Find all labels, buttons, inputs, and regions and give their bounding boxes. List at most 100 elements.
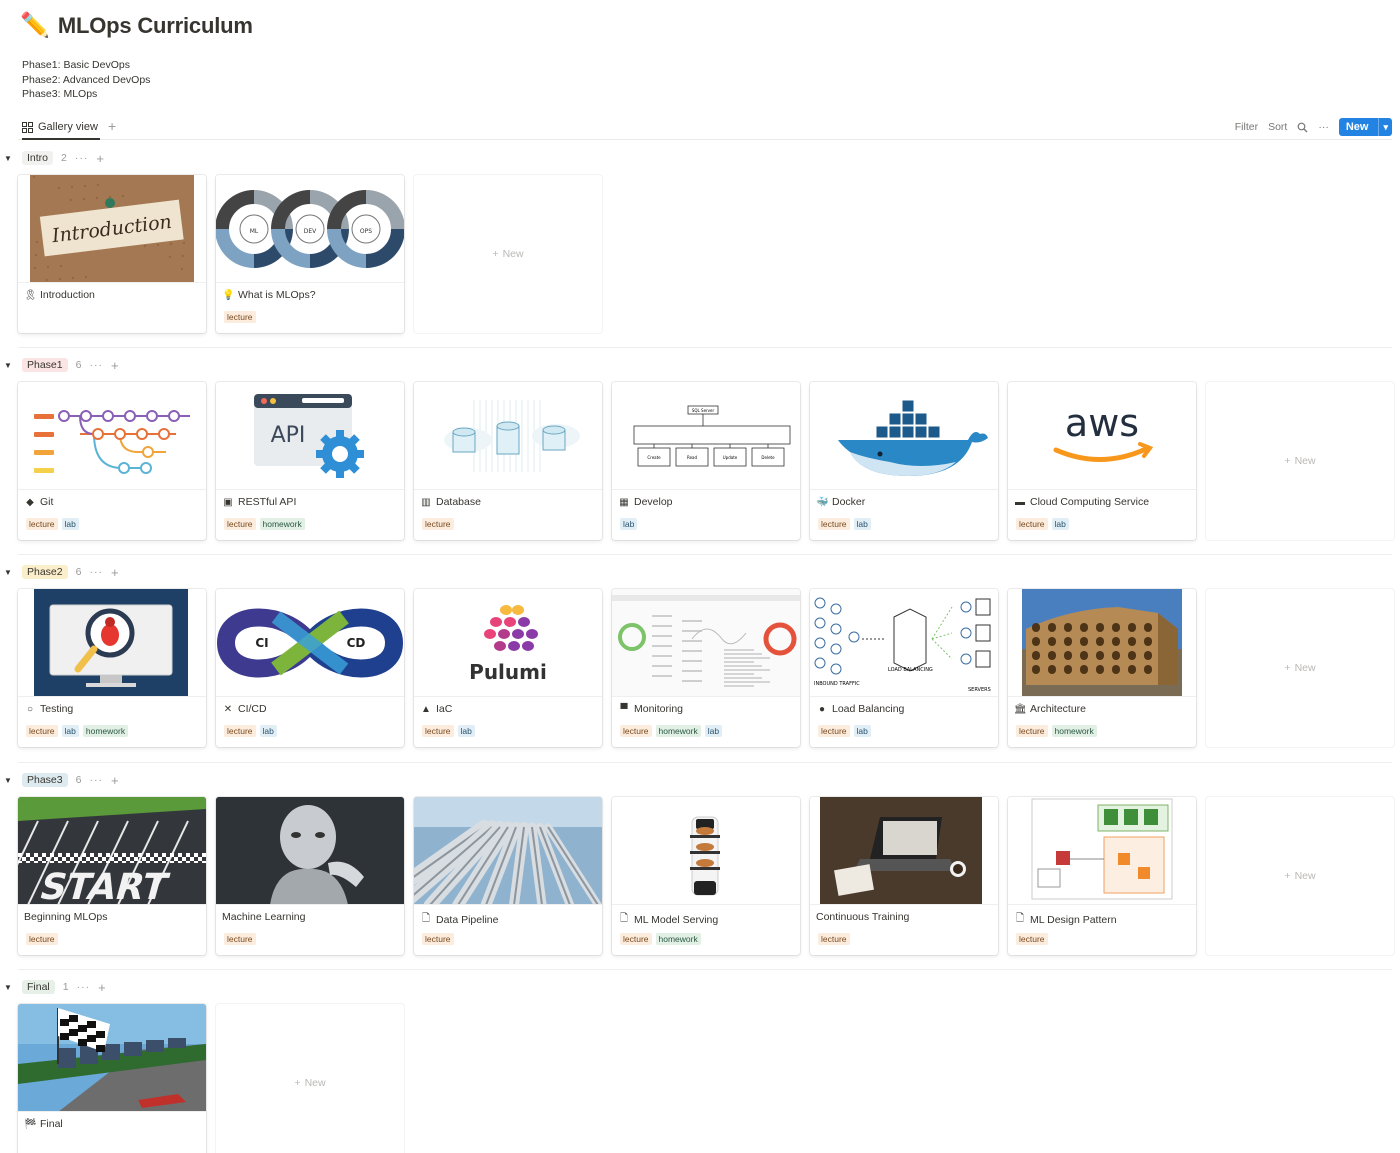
gallery-card[interactable]: ML DEV OPS 💡 What is MLOps? lecture — [216, 175, 404, 333]
group-count: 6 — [75, 359, 82, 371]
gallery-card[interactable]: ○ Testing lecture lab homework — [18, 589, 206, 747]
svg-text:CD: CD — [347, 636, 366, 650]
new-card-button[interactable]: + New — [1206, 382, 1394, 540]
gallery-card[interactable]: INBOUND TRAFFIC LOAD BALANCING SERVERS ● Loa… — [810, 589, 998, 747]
tag-lecture: lecture — [224, 518, 256, 530]
svg-text:Update: Update — [723, 455, 738, 460]
gallery-card[interactable]: Pulumi ▲ IaC lecture lab — [414, 589, 602, 747]
card-title: ● Load Balancing — [816, 703, 904, 715]
plus-icon: + — [1284, 662, 1291, 674]
gallery-card[interactable]: 🗋 Data Pipeline lecture — [414, 797, 602, 955]
gallery-card[interactable]: Introduction 🎗 Introduction — [18, 175, 206, 333]
tag-lecture: lecture — [818, 933, 850, 945]
tag-lecture: lecture — [26, 518, 58, 530]
card-title-text: Load Balancing — [832, 703, 905, 715]
group-divider — [18, 969, 1392, 970]
collapse-triangle-icon[interactable]: ▼ — [4, 361, 14, 370]
page-icon: 🗋 — [421, 913, 431, 924]
tag-lab: lab — [259, 725, 277, 737]
more-options-button[interactable]: ··· — [1318, 121, 1329, 133]
gallery-card[interactable]: 🏛 Architecture lecture homework — [1008, 589, 1196, 747]
description-line: Phase3: MLOps — [22, 88, 98, 100]
group-name[interactable]: Phase2 — [22, 565, 68, 579]
gallery-card[interactable]: 🗋 ML Design Pattern lecture — [1008, 797, 1196, 955]
group-more-button[interactable]: ··· — [89, 774, 103, 786]
group-add-button[interactable]: + — [111, 565, 119, 580]
card-cover-image — [216, 797, 404, 905]
new-card-button[interactable]: + New — [1206, 589, 1394, 747]
gallery-card[interactable]: aws ▬ Cloud Computing Service lecture lab — [1008, 382, 1196, 540]
svg-text:DEV: DEV — [304, 228, 317, 235]
plus-icon: + — [294, 1077, 301, 1089]
add-view-button[interactable]: + — [108, 118, 116, 134]
card-cover-image — [18, 1004, 206, 1112]
collapse-triangle-icon[interactable]: ▼ — [4, 568, 14, 577]
new-card-button[interactable]: + New — [1206, 797, 1394, 955]
card-title-text: Git — [40, 496, 54, 508]
group-name[interactable]: Phase3 — [22, 773, 68, 787]
card-title: Continuous Training — [816, 911, 909, 923]
gallery-card[interactable]: Machine Learning lecture — [216, 797, 404, 955]
card-title-text: Cloud Computing Service — [1030, 496, 1150, 508]
group-more-button[interactable]: ··· — [89, 359, 103, 371]
chevron-down-icon[interactable]: ▾ — [1379, 122, 1392, 133]
card-title-text: Docker — [832, 496, 866, 508]
database-icon: ▥ — [421, 496, 431, 508]
card-cover-image — [1008, 589, 1196, 697]
group-count: 1 — [62, 981, 69, 993]
gallery-icon — [22, 121, 33, 133]
collapse-triangle-icon[interactable]: ▼ — [4, 154, 14, 163]
group-add-button[interactable]: + — [96, 151, 104, 166]
card-tags: lab — [620, 518, 638, 530]
gallery-card[interactable]: SQL Server Create Read Update Delete ▦ Develop… — [612, 382, 800, 540]
sort-button[interactable]: Sort — [1268, 121, 1287, 133]
group-add-button[interactable]: + — [111, 773, 119, 788]
svg-text:Read: Read — [687, 455, 698, 460]
gallery-card[interactable]: ▀ Monitoring lecture homework lab — [612, 589, 800, 747]
card-tags: lecture — [224, 311, 256, 323]
card-title: ▥ Database — [420, 496, 481, 508]
search-icon[interactable] — [1297, 122, 1308, 133]
gallery-card[interactable]: ◆ Git lecture lab — [18, 382, 206, 540]
gallery-card[interactable]: ▥ Database lecture — [414, 382, 602, 540]
gallery-card[interactable]: API ▣ RESTful API lecture homework — [216, 382, 404, 540]
collapse-triangle-icon[interactable]: ▼ — [4, 776, 14, 785]
new-card-button[interactable]: + New — [414, 175, 602, 333]
group-more-button[interactable]: ··· — [77, 981, 91, 993]
collapse-triangle-icon[interactable]: ▼ — [4, 983, 14, 992]
group-divider — [18, 347, 1392, 348]
gallery-card[interactable]: CI CD ✕ CI/CD lecture lab — [216, 589, 404, 747]
gallery-card[interactable]: 🐳 Docker lecture lab — [810, 382, 998, 540]
tag-lecture: lecture — [818, 518, 850, 530]
new-card-label: New — [304, 1077, 326, 1089]
card-tags: lecture lab — [818, 518, 871, 530]
group-header-final: ▼ Final 1 ··· + — [4, 979, 106, 995]
tag-lab: lab — [853, 518, 871, 530]
group-more-button[interactable]: ··· — [89, 566, 103, 578]
svg-text:Pulumi: Pulumi — [469, 660, 547, 684]
group-add-button[interactable]: + — [98, 980, 106, 995]
card-title: 🗋 ML Design Pattern — [1014, 911, 1117, 928]
card-title: ○ Testing — [24, 703, 73, 715]
group-name[interactable]: Final — [22, 980, 55, 994]
gallery-card[interactable]: 🗋 ML Model Serving lecture homework — [612, 797, 800, 955]
gallery-card[interactable]: 🏁 Final — [18, 1004, 206, 1153]
card-title: 🗋 Data Pipeline — [420, 911, 499, 928]
api-icon: ▣ — [223, 496, 233, 508]
tag-lecture: lecture — [224, 311, 256, 323]
group-add-button[interactable]: + — [111, 358, 119, 373]
gallery-card[interactable]: START Beginning MLOps lecture — [18, 797, 206, 955]
card-cover-image — [612, 589, 800, 697]
card-cover-image: ML DEV OPS — [216, 175, 404, 283]
new-card-button[interactable]: + New — [216, 1004, 404, 1153]
group-more-button[interactable]: ··· — [75, 152, 89, 164]
page-title-text: MLOps Curriculum — [57, 13, 253, 38]
new-button[interactable]: New ▾ — [1338, 118, 1392, 136]
group-name[interactable]: Phase1 — [22, 358, 68, 372]
filter-button[interactable]: Filter — [1235, 121, 1258, 133]
group-name[interactable]: Intro — [22, 151, 54, 165]
gallery-card[interactable]: Continuous Training lecture — [810, 797, 998, 955]
tab-gallery-view[interactable]: Gallery view — [22, 116, 100, 140]
page-title: ✏️ MLOps Curriculum — [20, 12, 253, 40]
card-tags: lecture homework — [224, 518, 305, 530]
